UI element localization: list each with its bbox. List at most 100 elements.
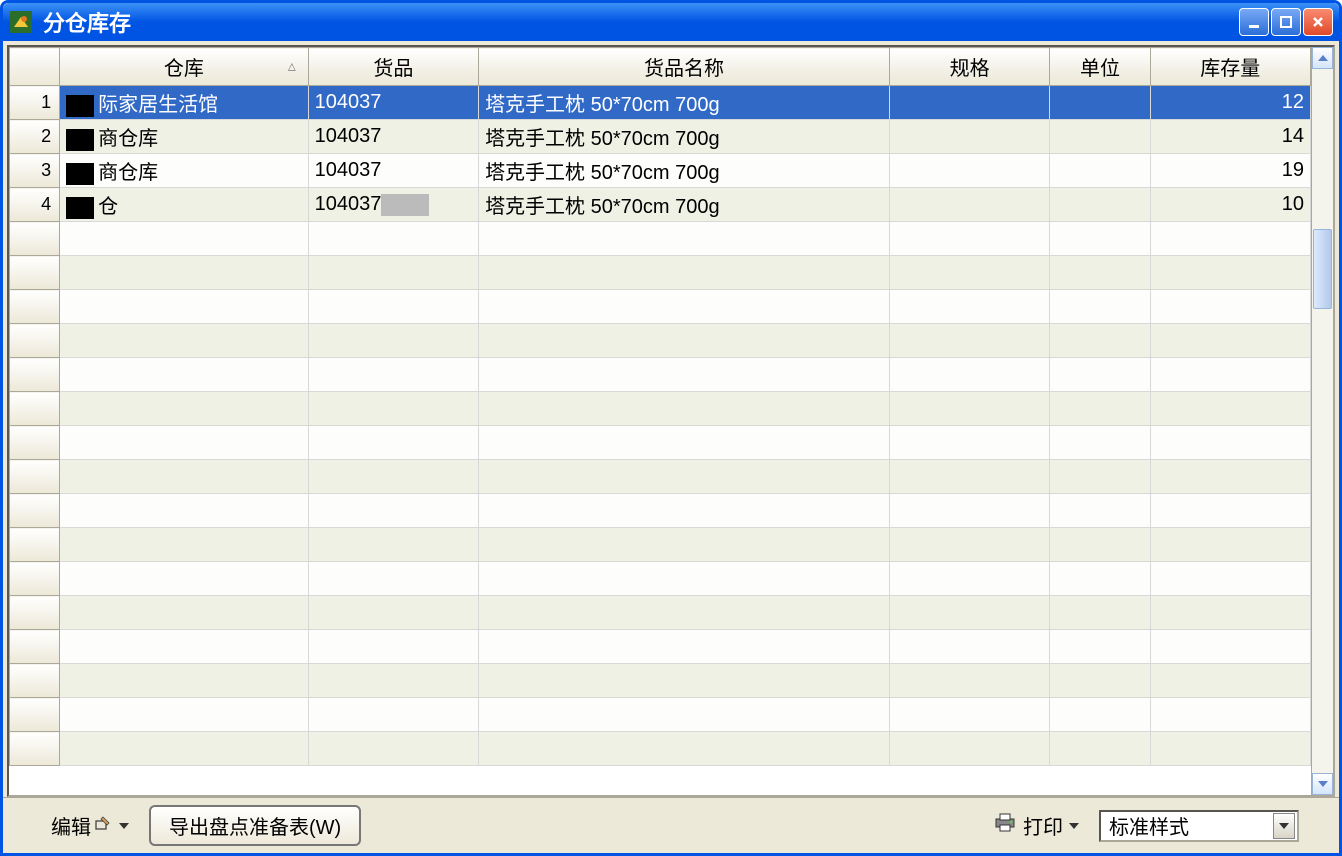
cell-qty[interactable] <box>1150 256 1310 290</box>
table-row[interactable] <box>10 698 1311 732</box>
cell-warehouse[interactable] <box>60 494 309 528</box>
cell-product-code[interactable] <box>308 426 478 460</box>
scrollbar-track[interactable] <box>1312 69 1333 773</box>
table-row[interactable] <box>10 630 1311 664</box>
cell-product-code[interactable] <box>308 358 478 392</box>
table-row[interactable]: 1际家居生活馆104037塔克手工枕 50*70cm 700g12 <box>10 86 1311 120</box>
table-row[interactable] <box>10 732 1311 766</box>
cell-qty[interactable] <box>1150 664 1310 698</box>
cell-spec[interactable] <box>890 426 1050 460</box>
cell-warehouse[interactable] <box>60 698 309 732</box>
cell-spec[interactable] <box>890 630 1050 664</box>
style-combo[interactable]: 标准样式 <box>1099 810 1299 842</box>
table-row[interactable] <box>10 460 1311 494</box>
cell-product-name[interactable] <box>479 664 890 698</box>
cell-unit[interactable] <box>1050 290 1150 324</box>
table-row[interactable] <box>10 222 1311 256</box>
cell-product-name[interactable]: 塔克手工枕 50*70cm 700g <box>479 154 890 188</box>
cell-unit[interactable] <box>1050 120 1150 154</box>
cell-qty[interactable] <box>1150 324 1310 358</box>
table-row[interactable] <box>10 358 1311 392</box>
cell-product-code[interactable]: 104037 <box>308 86 478 120</box>
cell-spec[interactable] <box>890 460 1050 494</box>
cell-warehouse[interactable] <box>60 222 309 256</box>
cell-warehouse[interactable]: 商仓库 <box>60 154 309 188</box>
cell-product-name[interactable] <box>479 358 890 392</box>
combo-dropdown-button[interactable] <box>1273 813 1295 839</box>
table-row[interactable] <box>10 664 1311 698</box>
minimize-button[interactable] <box>1239 8 1269 36</box>
table-row[interactable] <box>10 392 1311 426</box>
cell-qty[interactable] <box>1150 222 1310 256</box>
table-row[interactable] <box>10 290 1311 324</box>
cell-qty[interactable] <box>1150 426 1310 460</box>
cell-spec[interactable] <box>890 494 1050 528</box>
cell-product-name[interactable]: 塔克手工枕 50*70cm 700g <box>479 188 890 222</box>
scrollbar-thumb[interactable] <box>1313 229 1332 309</box>
table-row[interactable] <box>10 528 1311 562</box>
scroll-up-button[interactable] <box>1312 47 1333 69</box>
cell-spec[interactable] <box>890 732 1050 766</box>
cell-spec[interactable] <box>890 86 1050 120</box>
table-row[interactable] <box>10 256 1311 290</box>
cell-unit[interactable] <box>1050 596 1150 630</box>
cell-unit[interactable] <box>1050 528 1150 562</box>
cell-product-name[interactable] <box>479 324 890 358</box>
cell-unit[interactable] <box>1050 324 1150 358</box>
scroll-down-button[interactable] <box>1312 773 1333 795</box>
cell-qty[interactable]: 10 <box>1150 188 1310 222</box>
cell-unit[interactable] <box>1050 732 1150 766</box>
column-header-unit[interactable]: 单位 <box>1050 48 1150 86</box>
cell-warehouse[interactable] <box>60 732 309 766</box>
cell-spec[interactable] <box>890 358 1050 392</box>
cell-product-name[interactable] <box>479 562 890 596</box>
cell-product-code[interactable] <box>308 562 478 596</box>
cell-product-name[interactable] <box>479 494 890 528</box>
cell-product-name[interactable] <box>479 426 890 460</box>
cell-warehouse[interactable] <box>60 290 309 324</box>
cell-unit[interactable] <box>1050 222 1150 256</box>
cell-unit[interactable] <box>1050 698 1150 732</box>
export-button[interactable]: 导出盘点准备表(W) <box>149 805 361 846</box>
cell-qty[interactable]: 14 <box>1150 120 1310 154</box>
cell-product-code[interactable] <box>308 698 478 732</box>
titlebar[interactable]: 分仓库存 <box>3 3 1339 41</box>
table-row[interactable] <box>10 494 1311 528</box>
cell-warehouse[interactable]: 商仓库 <box>60 120 309 154</box>
cell-product-name[interactable]: 塔克手工枕 50*70cm 700g <box>479 86 890 120</box>
cell-spec[interactable] <box>890 154 1050 188</box>
cell-qty[interactable]: 12 <box>1150 86 1310 120</box>
cell-product-code[interactable]: 104037 <box>308 120 478 154</box>
cell-unit[interactable] <box>1050 664 1150 698</box>
cell-product-name[interactable] <box>479 698 890 732</box>
cell-product-code[interactable] <box>308 256 478 290</box>
cell-spec[interactable] <box>890 698 1050 732</box>
table-row[interactable] <box>10 596 1311 630</box>
cell-spec[interactable] <box>890 324 1050 358</box>
cell-unit[interactable] <box>1050 86 1150 120</box>
cell-warehouse[interactable] <box>60 596 309 630</box>
cell-unit[interactable] <box>1050 426 1150 460</box>
cell-product-name[interactable] <box>479 732 890 766</box>
edit-menu[interactable]: 编辑 <box>51 811 129 840</box>
table-row[interactable]: 3商仓库104037塔克手工枕 50*70cm 700g19 <box>10 154 1311 188</box>
cell-spec[interactable] <box>890 528 1050 562</box>
cell-qty[interactable] <box>1150 392 1310 426</box>
cell-warehouse[interactable] <box>60 630 309 664</box>
cell-unit[interactable] <box>1050 256 1150 290</box>
cell-warehouse[interactable]: 仓 <box>60 188 309 222</box>
cell-qty[interactable] <box>1150 596 1310 630</box>
cell-product-name[interactable] <box>479 596 890 630</box>
row-number-header[interactable] <box>10 48 60 86</box>
cell-spec[interactable] <box>890 256 1050 290</box>
cell-qty[interactable] <box>1150 290 1310 324</box>
cell-warehouse[interactable] <box>60 664 309 698</box>
table-row[interactable] <box>10 426 1311 460</box>
cell-qty[interactable] <box>1150 732 1310 766</box>
cell-warehouse[interactable] <box>60 358 309 392</box>
cell-warehouse[interactable] <box>60 256 309 290</box>
print-menu[interactable]: 打印 <box>993 811 1079 840</box>
cell-product-name[interactable] <box>479 256 890 290</box>
cell-qty[interactable] <box>1150 528 1310 562</box>
cell-qty[interactable] <box>1150 460 1310 494</box>
